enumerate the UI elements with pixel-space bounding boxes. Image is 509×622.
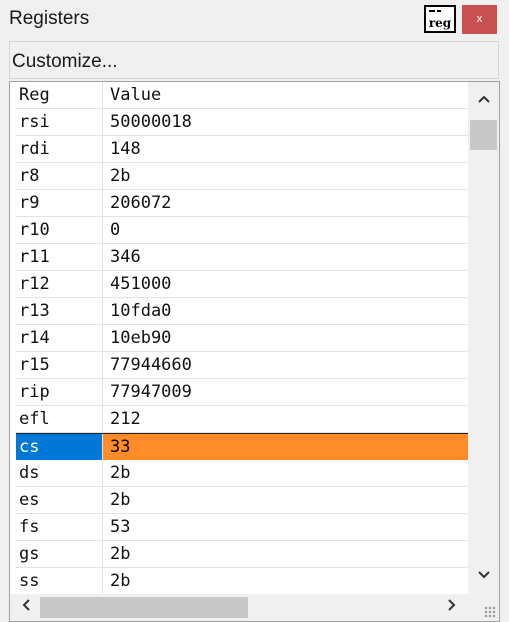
table-header-row: Reg Value [16,82,468,109]
register-name[interactable]: r12 [16,271,103,297]
resize-grip-icon[interactable] [484,606,496,618]
table-row[interactable]: r10 0 [16,217,468,244]
vertical-scrollbar[interactable] [468,82,499,594]
scroll-up-icon[interactable] [468,86,499,114]
register-name[interactable]: rsi [16,109,103,135]
table-row[interactable]: ds 2b [16,460,468,487]
register-value[interactable]: 2b [103,460,468,486]
register-name[interactable]: ds [16,460,103,486]
register-value[interactable]: 2b [103,568,468,594]
registers-app-icon[interactable]: reg [424,5,456,33]
register-value[interactable]: 148 [103,136,468,162]
horizontal-scrollbar[interactable] [10,594,468,621]
register-value[interactable]: 346 [103,244,468,270]
customize-button[interactable]: Customize... [9,41,499,79]
register-name[interactable]: rdi [16,136,103,162]
register-name[interactable]: r14 [16,325,103,351]
customize-label: Customize... [12,51,118,72]
registers-grid: Reg Value rsi 50000018 rdi 148 r8 2b r9 206072 r… [16,82,468,594]
title-bar: Registers reg x [0,0,509,38]
table-row[interactable]: r9 206072 [16,190,468,217]
register-name[interactable]: es [16,487,103,513]
register-value[interactable]: 33 [103,434,468,460]
scroll-left-icon[interactable] [12,594,40,621]
table-row[interactable]: gs 2b [16,541,468,568]
table-row[interactable]: fs 53 [16,514,468,541]
register-value[interactable]: 10fda0 [103,298,468,324]
table-row[interactable]: r15 77944660 [16,352,468,379]
register-value[interactable]: 53 [103,514,468,540]
register-value[interactable]: 50000018 [103,109,468,135]
register-name[interactable]: r9 [16,190,103,216]
table-row[interactable]: r13 10fda0 [16,298,468,325]
register-name[interactable]: r13 [16,298,103,324]
register-value[interactable]: 451000 [103,271,468,297]
register-name[interactable]: fs [16,514,103,540]
icon-label: reg [428,16,452,30]
scroll-right-icon[interactable] [438,594,466,621]
window-title: Registers [9,8,90,29]
table-row[interactable]: efl 212 [16,406,468,433]
table-row[interactable]: ss 2b [16,568,468,594]
table-row[interactable]: r14 10eb90 [16,325,468,352]
register-name[interactable]: rip [16,379,103,405]
header-reg[interactable]: Reg [16,82,103,108]
table-row[interactable]: rdi 148 [16,136,468,163]
table-row[interactable]: rsi 50000018 [16,109,468,136]
register-name[interactable]: cs [16,434,103,460]
table-row[interactable]: r11 346 [16,244,468,271]
scroll-down-icon[interactable] [468,562,499,590]
register-value[interactable]: 0 [103,217,468,243]
register-value[interactable]: 206072 [103,190,468,216]
register-value[interactable]: 77947009 [103,379,468,405]
register-name[interactable]: r10 [16,217,103,243]
table-row-selected[interactable]: cs 33 [16,433,468,460]
register-value[interactable]: 212 [103,406,468,432]
icon-bar [437,10,441,12]
register-name[interactable]: r11 [16,244,103,270]
table-row[interactable]: r8 2b [16,163,468,190]
close-button[interactable]: x [462,5,497,34]
table-row[interactable]: rip 77947009 [16,379,468,406]
scroll-corner [468,594,499,621]
icon-bar [429,10,435,12]
horizontal-scroll-thumb[interactable] [40,597,248,618]
header-value[interactable]: Value [103,82,468,108]
registers-table: Reg Value rsi 50000018 rdi 148 r8 2b r9 206072 r… [9,81,500,622]
table-row[interactable]: es 2b [16,487,468,514]
register-value[interactable]: 77944660 [103,352,468,378]
register-name[interactable]: ss [16,568,103,594]
register-name[interactable]: r15 [16,352,103,378]
register-name[interactable]: r8 [16,163,103,189]
register-value[interactable]: 2b [103,487,468,513]
table-row[interactable]: r12 451000 [16,271,468,298]
register-name[interactable]: gs [16,541,103,567]
register-value[interactable]: 2b [103,541,468,567]
register-value[interactable]: 10eb90 [103,325,468,351]
register-name[interactable]: efl [16,406,103,432]
vertical-scroll-thumb[interactable] [470,120,497,150]
register-value[interactable]: 2b [103,163,468,189]
